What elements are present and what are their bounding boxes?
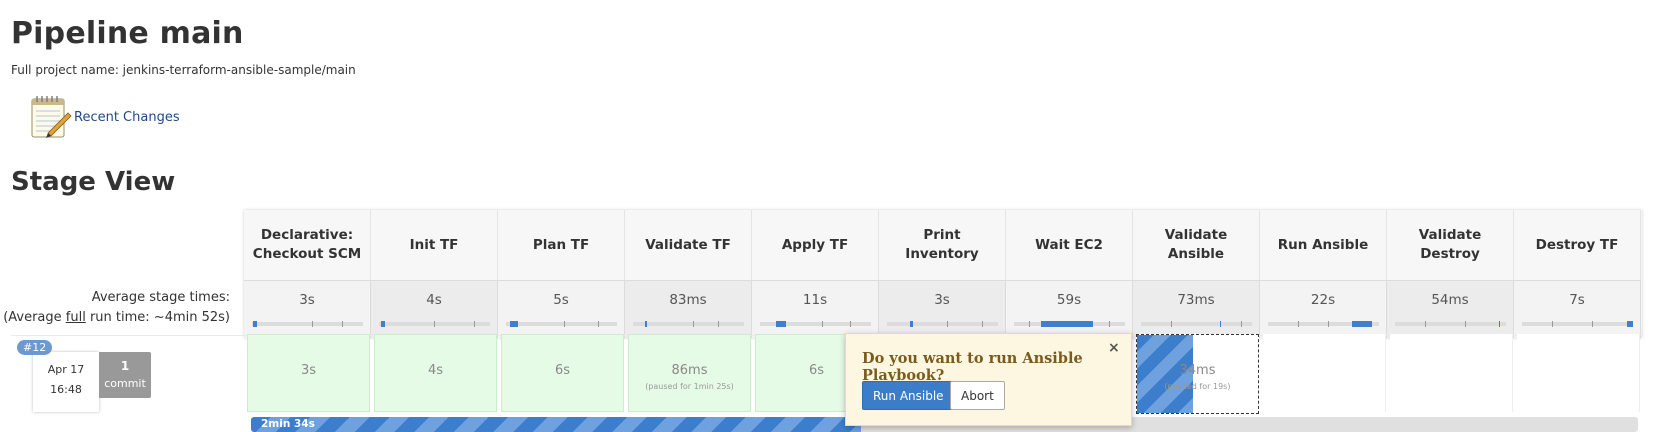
avg-time-bar (1141, 321, 1252, 327)
full-project-name: Full project name: jenkins-terraform-ans… (11, 63, 356, 77)
avg-time-cell: 3s (244, 280, 371, 338)
avg-time-bar (506, 321, 617, 327)
avg-time: 11s (802, 292, 828, 308)
avg-time: 4s (426, 292, 442, 308)
avg-time-bar (760, 321, 871, 327)
avg-label-line1: Average stage times: (91, 290, 230, 305)
avg-time: 5s (553, 292, 569, 308)
stage-cell-paused[interactable]: 34ms (paused for 19s) (1136, 334, 1259, 414)
avg-time-cell: 3s (879, 280, 1006, 338)
stage-header-validate-tf: Validate TF (625, 210, 752, 280)
progress-label: 2min 34s (261, 418, 315, 430)
stage-header-print-inventory: Print Inventory (879, 210, 1006, 280)
stage-view-title: Stage View (11, 167, 176, 197)
avg-label-pre: (Average (3, 310, 66, 325)
stage-header-run-ansible: Run Ansible (1260, 210, 1387, 280)
avg-time-bar (1395, 321, 1506, 327)
avg-time-cell: 5s (498, 280, 625, 338)
stage-header-wait-ec2: Wait EC2 (1006, 210, 1133, 280)
avg-time-bar (1014, 321, 1125, 327)
avg-time-cell: 83ms (625, 280, 752, 338)
stage-duration: 86ms (671, 363, 708, 378)
stage-cell-success[interactable]: 86ms (paused for 1min 25s) (628, 334, 751, 412)
input-prompt-question: Do you want to run Ansible Playbook? (862, 350, 1083, 384)
stage-header-validate-destroy: Validate Destroy (1387, 210, 1514, 280)
stage-cell-success[interactable]: 4s (374, 334, 497, 412)
commit-count-button[interactable]: 1 commit (99, 352, 151, 398)
avg-time-bar (379, 321, 490, 327)
stage-header-init-tf: Init TF (371, 210, 498, 280)
stage-duration: 3s (300, 363, 317, 378)
stage-duration: 6s (554, 363, 571, 378)
notepad-icon (31, 96, 72, 138)
avg-time-bar (1522, 321, 1633, 327)
average-stage-times-label: Average stage times: (Average full run t… (0, 288, 230, 328)
avg-time-bar (1268, 321, 1379, 327)
avg-time: 59s (1056, 292, 1082, 308)
avg-time-cell: 11s (752, 280, 879, 338)
page-title: Pipeline main (11, 16, 244, 51)
avg-time: 3s (299, 292, 315, 308)
stage-duration: 34ms (1179, 363, 1216, 378)
stage-cell-empty (1517, 334, 1640, 412)
progress-fill (251, 417, 862, 432)
avg-time-cell: 59s (1006, 280, 1133, 338)
avg-time: 3s (934, 292, 950, 308)
stage-header-apply-tf: Apply TF (752, 210, 879, 280)
avg-label-line2: (Average full run time: ~4min 52s) (0, 308, 230, 328)
recent-changes[interactable]: Recent Changes (28, 93, 180, 139)
input-prompt-popover: Do you want to run Ansible Playbook? × R… (845, 333, 1132, 426)
avg-time-bar (633, 321, 744, 327)
avg-time: 7s (1569, 292, 1585, 308)
recent-changes-link[interactable]: Recent Changes (74, 110, 180, 125)
close-icon[interactable]: × (1108, 340, 1120, 356)
run-date-time: 16:48 (50, 383, 82, 396)
stage-header-destroy-tf: Destroy TF (1514, 210, 1641, 280)
run-ansible-button[interactable]: Run Ansible (862, 381, 955, 410)
stage-header-validate-ansible: Validate Ansible (1133, 210, 1260, 280)
avg-label-post: run time: ~4min 52s) (85, 310, 230, 325)
stage-duration: 4s (427, 363, 444, 378)
avg-time-cell: 54ms (1387, 280, 1514, 338)
commit-count: 1 (120, 359, 130, 373)
avg-time: 22s (1310, 292, 1336, 308)
stage-cell-success[interactable]: 3s (247, 334, 370, 412)
avg-time-cell: 73ms (1133, 280, 1260, 338)
avg-time: 83ms (669, 292, 707, 308)
avg-time-cell: 7s (1514, 280, 1641, 338)
stage-paused-note: (paused for 1min 25s) (645, 382, 734, 391)
stage-header-plan-tf: Plan TF (498, 210, 625, 280)
avg-time-cell: 4s (371, 280, 498, 338)
avg-time-bar (252, 321, 363, 327)
avg-time: 54ms (1431, 292, 1469, 308)
stage-cell-empty (1390, 334, 1513, 412)
stage-cell-success[interactable]: 6s (501, 334, 624, 412)
run-date: Apr 17 16:48 (33, 352, 99, 412)
avg-time: 73ms (1177, 292, 1215, 308)
abort-button[interactable]: Abort (950, 381, 1005, 410)
stage-cell-empty (1263, 334, 1386, 412)
stage-header-checkout-scm: Declarative: Checkout SCM (244, 210, 371, 280)
avg-time-cell: 22s (1260, 280, 1387, 338)
avg-time-bar (887, 321, 998, 327)
run-date-day: Apr 17 (47, 363, 85, 376)
stage-paused-note: (paused for 19s) (1164, 382, 1231, 391)
build-number-badge[interactable]: #12 (17, 340, 53, 355)
avg-label-full: full (65, 310, 86, 325)
commit-label: commit (104, 377, 146, 390)
